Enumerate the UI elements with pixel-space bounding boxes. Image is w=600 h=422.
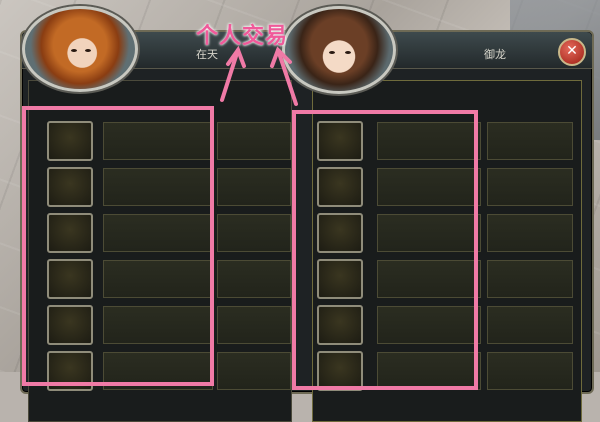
arrow-left — [220, 48, 240, 102]
annotation-arrows — [220, 45, 298, 106]
